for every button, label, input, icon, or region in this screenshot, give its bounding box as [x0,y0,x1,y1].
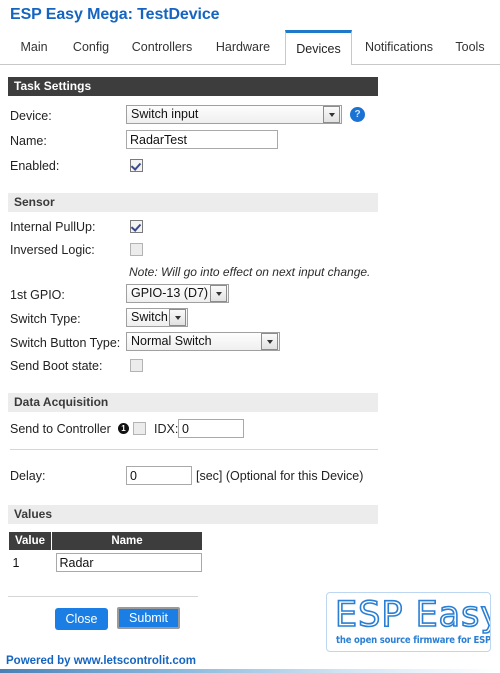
main-navigation-tabs: Main Config Controllers Hardware Devices… [0,30,500,65]
value-index-cell: 1 [12,555,20,570]
tab-controllers[interactable]: Controllers [122,30,202,64]
idx-label: IDX: [154,422,179,436]
tab-config[interactable]: Config [62,30,120,64]
table-row: 1 [9,551,203,575]
tab-notifications[interactable]: Notifications [355,30,443,64]
column-header-value: Value [8,531,52,551]
value-name-cell [52,551,203,575]
switch-type-select[interactable]: Switch [126,308,188,327]
send-to-controller-checkbox[interactable] [133,422,146,435]
switch-button-type-label: Switch Button Type: [10,336,121,350]
tab-devices[interactable]: Devices [285,30,352,65]
send-boot-state-checkbox[interactable] [130,359,143,372]
section-header-values: Values [8,505,378,524]
column-header-name: Name [51,531,203,551]
inversed-logic-checkbox[interactable] [130,243,143,256]
chevron-down-icon [261,333,278,350]
send-to-controller-label: Send to Controller [10,422,111,436]
first-gpio-select-value: GPIO-13 (D7) [131,286,209,300]
enabled-checkbox[interactable] [130,159,143,172]
device-select-value: Switch input [131,107,199,121]
esp-easy-logo-text: ESP Easy [334,594,491,636]
values-bottom-divider [8,596,198,597]
device-label: Device: [10,109,52,123]
internal-pullup-label: Internal PullUp: [10,220,96,234]
first-gpio-label: 1st GPIO: [10,288,65,302]
footer-gradient-bar [0,669,500,673]
tab-main[interactable]: Main [8,30,60,64]
chevron-down-icon [169,309,186,326]
value-name-input[interactable] [55,553,202,572]
device-select[interactable]: Switch input [126,105,342,124]
controller-number-badge: 1 [118,423,129,434]
chevron-down-icon [323,106,340,123]
esp-easy-logo: ESP Easy the open source firmware for ES… [326,592,491,652]
page-title: ESP Easy Mega: TestDevice [10,6,220,23]
send-boot-state-label: Send Boot state: [10,359,103,373]
inversed-logic-note: Note: Will go into effect on next input … [129,265,371,279]
section-header-data-acquisition: Data Acquisition [8,393,378,412]
tab-hardware[interactable]: Hardware [204,30,282,64]
first-gpio-select[interactable]: GPIO-13 (D7) [126,284,229,303]
delay-label: Delay: [10,469,46,483]
close-button[interactable]: Close [55,608,108,630]
help-icon[interactable]: ? [350,107,365,122]
delay-suffix-text: [sec] (Optional for this Device) [196,469,364,483]
switch-button-type-select-value: Normal Switch [131,334,212,348]
tab-tools[interactable]: Tools [446,30,494,64]
name-input[interactable] [126,130,278,149]
enabled-label: Enabled: [10,159,60,173]
values-table: Value Name 1 [8,531,203,574]
values-table-header-row: Value Name [8,531,203,551]
switch-type-select-value: Switch [131,310,168,324]
section-header-sensor: Sensor [8,193,378,212]
switch-button-type-select[interactable]: Normal Switch [126,332,280,351]
internal-pullup-checkbox[interactable] [130,220,143,233]
name-label: Name: [10,134,47,148]
chevron-down-icon [210,285,227,302]
page-footer: Powered by www.letscontrolit.com [0,655,500,673]
powered-by-link[interactable]: Powered by www.letscontrolit.com [6,655,196,667]
section-header-task-settings: Task Settings [8,77,378,96]
idx-input[interactable] [178,419,244,438]
delay-input[interactable] [126,466,192,485]
esp-easy-logo-tagline: the open source firmware for ESP8266 [336,635,491,647]
submit-button[interactable]: Submit [117,607,180,629]
switch-type-label: Switch Type: [10,312,81,326]
inversed-logic-label: Inversed Logic: [10,243,95,257]
section-divider [10,449,378,450]
